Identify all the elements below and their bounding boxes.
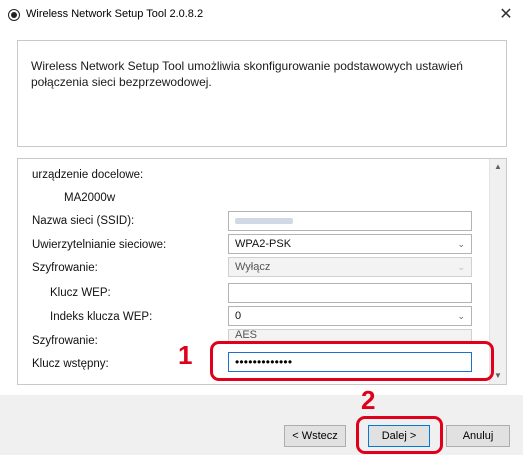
encryption-select-value: Wyłącz [235,261,271,273]
device-value: MA2000w [64,192,116,204]
encryption-select[interactable]: Wyłącz ⌄ [228,257,472,277]
auth-select[interactable]: WPA2-PSK ⌄ [228,234,472,254]
encryption-label: Szyfrowanie: [32,262,98,274]
encryption-select-2-value: AES [235,329,258,341]
cancel-button[interactable]: Anuluj [446,425,510,447]
ssid-label: Nazwa sieci (SSID): [32,215,135,227]
wep-key-input[interactable] [228,283,472,303]
step1-highlight [210,341,494,381]
chevron-down-icon: ⌄ [457,311,465,321]
ssid-input[interactable] [228,211,472,231]
chevron-down-icon: ⌄ [457,239,465,249]
wep-index-value: 0 [235,310,242,322]
info-text: Wireless Network Setup Tool umożliwia sk… [31,59,463,89]
back-button[interactable]: < Wstecz [284,425,346,447]
step1-number: 1 [178,340,193,370]
title-bar: Wireless Network Setup Tool 2.0.8.2 ✕ [0,0,523,30]
window-title: Wireless Network Setup Tool 2.0.8.2 [26,8,204,20]
scroll-up-arrow-icon[interactable]: ▲ [490,159,506,175]
device-label: urządzenie docelowe: [32,169,144,181]
wep-index-select[interactable]: 0 ⌄ [228,306,472,326]
close-button[interactable]: ✕ [489,0,523,30]
auth-select-value: WPA2-PSK [235,238,292,250]
app-radio-icon [8,9,20,21]
wep-index-label: Indeks klucza WEP: [50,311,153,323]
wep-key-label: Klucz WEP: [50,287,111,299]
chevron-down-icon: ⌄ [457,262,465,272]
psk-label: Klucz wstępny: [32,358,109,370]
ssid-blurred-value [235,218,293,224]
encryption-label-2: Szyfrowanie: [32,335,98,347]
button-bar: < Wstecz Dalej > Anuluj [0,395,523,455]
step2-highlight [356,416,443,454]
info-panel: Wireless Network Setup Tool umożliwia sk… [17,40,507,147]
auth-label: Uwierzytelnianie sieciowe: [32,239,167,251]
step2-number: 2 [361,385,376,415]
